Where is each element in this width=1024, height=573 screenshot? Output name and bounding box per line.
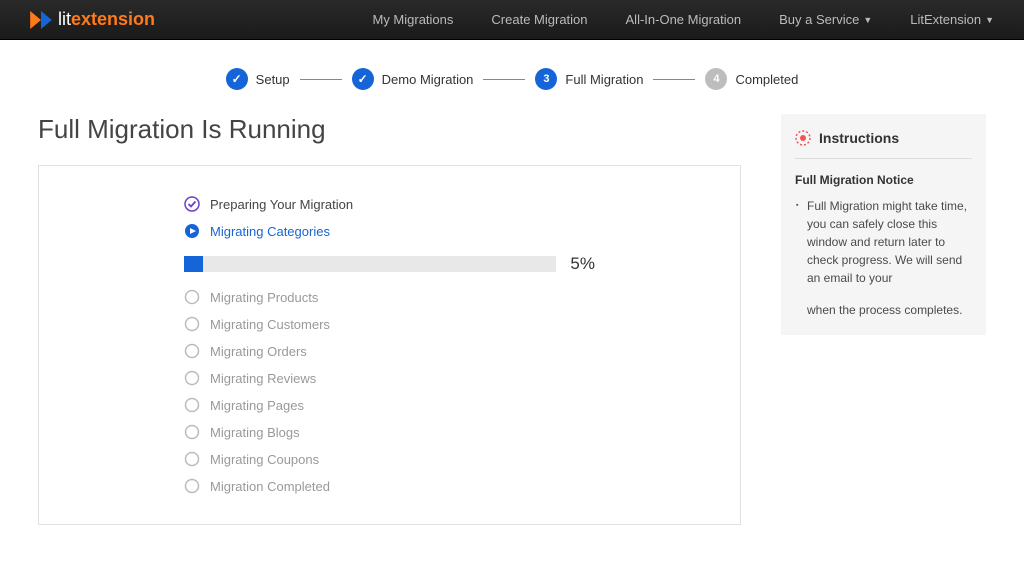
step-label: Full Migration xyxy=(565,72,643,87)
step-label: Migrating Coupons xyxy=(210,452,319,467)
step-products: Migrating Products xyxy=(184,289,595,305)
circle-icon xyxy=(184,289,200,305)
step-completed-item: Migration Completed xyxy=(184,478,595,494)
step-label: Migrating Blogs xyxy=(210,425,300,440)
instructions-bullet: Full Migration might take time, you can … xyxy=(807,197,972,287)
step-demo[interactable]: ✓ Demo Migration xyxy=(352,68,474,90)
circle-icon xyxy=(184,451,200,467)
step-label: Migration Completed xyxy=(210,479,330,494)
circle-icon xyxy=(184,316,200,332)
nav-items: My Migrations Create Migration All-In-On… xyxy=(372,12,994,27)
step-connector xyxy=(653,79,695,80)
logo[interactable]: litextension xyxy=(30,9,155,30)
step-number: 4 xyxy=(705,68,727,90)
step-label: Migrating Reviews xyxy=(210,371,316,386)
step-number: 3 xyxy=(535,68,557,90)
step-label: Migrating Products xyxy=(210,290,318,305)
step-connector xyxy=(483,79,525,80)
nav-my-migrations[interactable]: My Migrations xyxy=(372,12,453,27)
play-circle-icon xyxy=(184,223,200,239)
nav-buy-service[interactable]: Buy a Service▼ xyxy=(779,12,872,27)
step-coupons: Migrating Coupons xyxy=(184,451,595,467)
check-icon: ✓ xyxy=(226,68,248,90)
step-pages: Migrating Pages xyxy=(184,397,595,413)
nav-litextension[interactable]: LitExtension▼ xyxy=(910,12,994,27)
circle-icon xyxy=(184,370,200,386)
step-label: Completed xyxy=(735,72,798,87)
progress-row: 5% xyxy=(184,254,595,274)
step-reviews: Migrating Reviews xyxy=(184,370,595,386)
circle-icon xyxy=(184,424,200,440)
progress-fill xyxy=(184,256,203,272)
nav-all-in-one[interactable]: All-In-One Migration xyxy=(626,12,742,27)
step-blogs: Migrating Blogs xyxy=(184,424,595,440)
caret-down-icon: ▼ xyxy=(985,15,994,25)
circle-icon xyxy=(184,478,200,494)
circle-icon xyxy=(184,397,200,413)
step-label: Migrating Customers xyxy=(210,317,330,332)
progress-percent: 5% xyxy=(570,254,595,274)
instructions-subtitle: Full Migration Notice xyxy=(795,173,972,187)
check-circle-icon xyxy=(184,196,200,212)
caret-down-icon: ▼ xyxy=(863,15,872,25)
help-icon xyxy=(795,130,811,146)
step-label: Migrating Categories xyxy=(210,224,330,239)
step-label: Preparing Your Migration xyxy=(210,197,353,212)
step-label: Demo Migration xyxy=(382,72,474,87)
step-connector xyxy=(300,79,342,80)
step-label: Setup xyxy=(256,72,290,87)
instructions-title: Instructions xyxy=(819,130,899,146)
stepper: ✓ Setup ✓ Demo Migration 3 Full Migratio… xyxy=(0,68,1024,90)
instructions-tail: when the process completes. xyxy=(795,301,972,319)
step-full: 3 Full Migration xyxy=(535,68,643,90)
step-completed: 4 Completed xyxy=(705,68,798,90)
step-categories: Migrating Categories xyxy=(184,223,595,239)
nav-create-migration[interactable]: Create Migration xyxy=(491,12,587,27)
logo-icon xyxy=(30,11,52,29)
circle-icon xyxy=(184,343,200,359)
step-preparing: Preparing Your Migration xyxy=(184,196,595,212)
step-orders: Migrating Orders xyxy=(184,343,595,359)
step-label: Migrating Orders xyxy=(210,344,307,359)
check-icon: ✓ xyxy=(352,68,374,90)
page-title: Full Migration Is Running xyxy=(38,114,741,145)
instructions-panel: Instructions Full Migration Notice Full … xyxy=(781,114,986,335)
step-customers: Migrating Customers xyxy=(184,316,595,332)
step-setup[interactable]: ✓ Setup xyxy=(226,68,290,90)
logo-text: litextension xyxy=(58,9,155,30)
step-label: Migrating Pages xyxy=(210,398,304,413)
progress-bar xyxy=(184,256,556,272)
navbar: litextension My Migrations Create Migrat… xyxy=(0,0,1024,40)
migration-panel: Preparing Your Migration Migrating Categ… xyxy=(38,165,741,525)
